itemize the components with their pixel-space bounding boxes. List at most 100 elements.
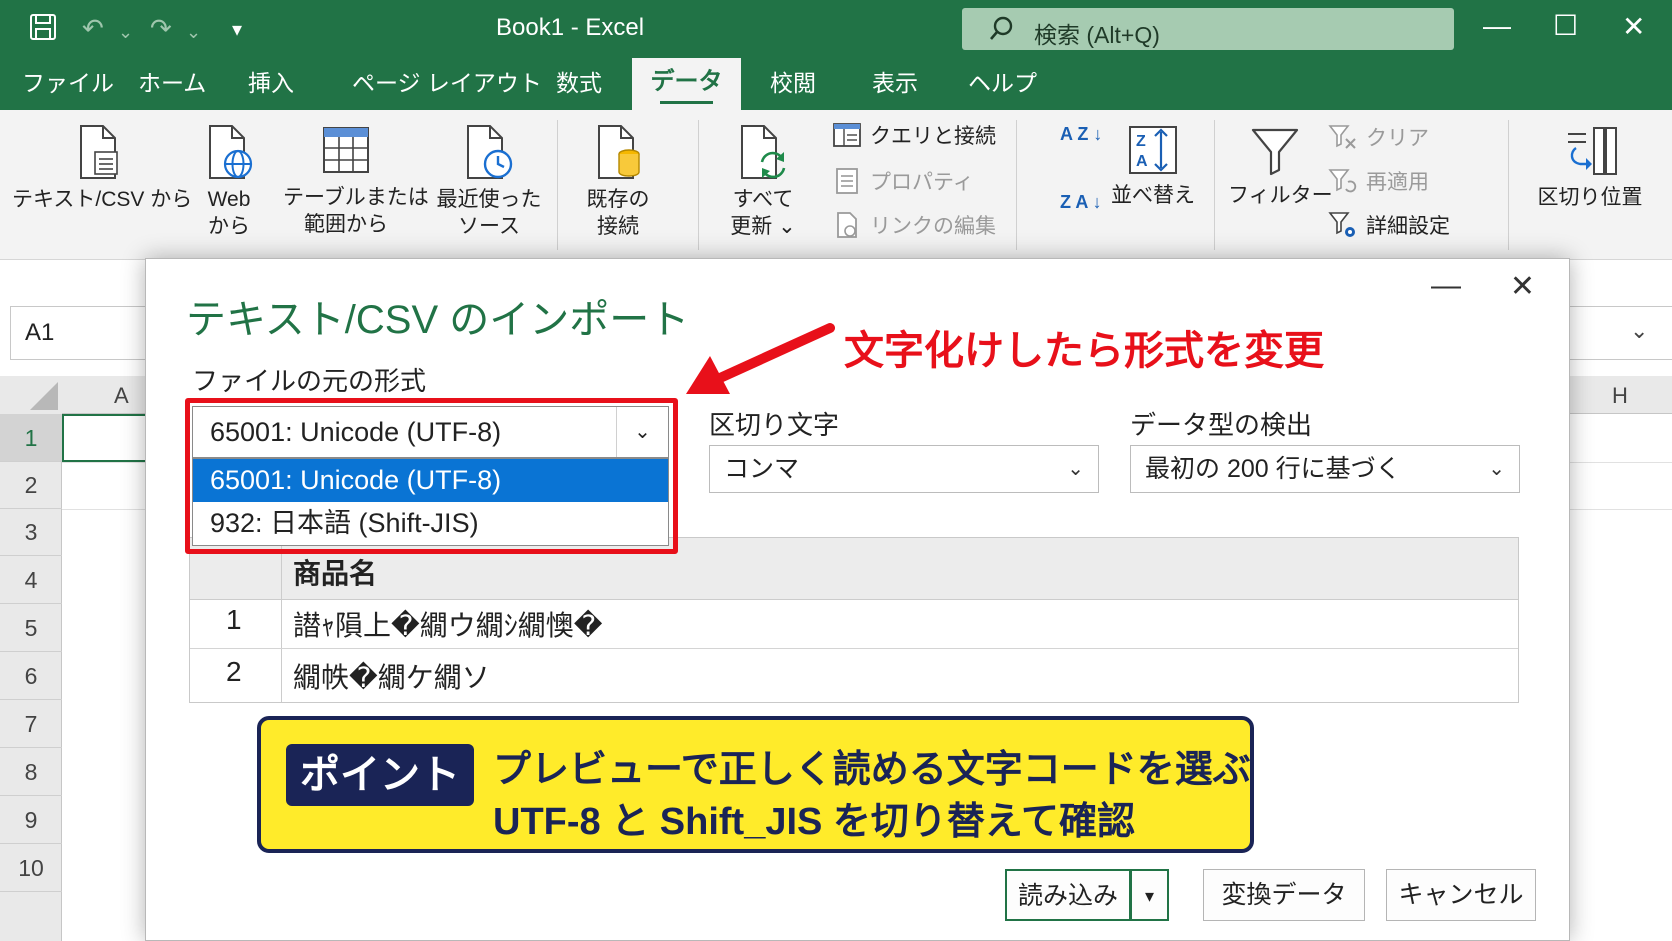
advanced-filter-label: 詳細設定 [1366,215,1450,238]
row-header-7[interactable]: 7 [0,700,62,748]
row-headers: 1 2 3 4 5 6 7 8 9 10 [0,414,62,941]
existing-connections-button[interactable]: 既存の 接続 [576,124,660,240]
tab-formulas[interactable]: 数式 [556,68,602,102]
row-header-4[interactable]: 4 [0,556,62,604]
data-type-detection-label: データ型の検出 [1130,410,1313,440]
from-web-label-1: Web [207,188,251,211]
redo-dropdown-icon[interactable]: ⌄ [186,18,201,46]
formula-bar-expand-icon[interactable]: ⌄ [1630,318,1648,344]
tab-insert[interactable]: 挿入 [248,68,294,102]
ribbon: テキスト/CSV から Web から テーブルまたは 範囲から 最近使った ソー… [0,110,1672,260]
search-placeholder: 検索 (Alt+Q) [1034,22,1160,48]
reapply-filter-label: 再適用 [1366,171,1429,194]
row-header-10[interactable]: 10 [0,844,62,892]
ribbon-divider [1214,120,1215,250]
row-header-3[interactable]: 3 [0,509,62,556]
svg-text:A: A [1136,153,1148,170]
preview-column-header: 商品名 [293,558,378,589]
row-header-6[interactable]: 6 [0,652,62,700]
undo-icon[interactable]: ↶ [82,14,104,42]
dialog-minimize-icon[interactable]: — [1431,269,1461,303]
point-badge: ポイント [286,744,474,806]
cancel-button[interactable]: キャンセル [1386,869,1536,921]
from-text-csv-button[interactable]: テキスト/CSV から [12,124,192,213]
ribbon-divider [557,120,558,250]
select-all-corner[interactable] [0,376,62,414]
svg-text:Z: Z [1136,133,1146,150]
web-icon [209,125,253,179]
preview-row-divider [190,648,1518,649]
delimiter-dropdown[interactable]: コンマ ⌄ [709,445,1099,493]
delimiter-value: コンマ [724,455,800,483]
chevron-down-icon: ⌄ [1488,458,1505,480]
row-header-5[interactable]: 5 [0,604,62,652]
file-origin-label: ファイルの元の形式 [192,366,427,396]
preview-cell: 繝帙�繝ケ繝ソ [293,662,490,693]
queries-connections-label: クエリと接続 [870,125,996,148]
excel-window: ↶ ⌄ ↷ ⌄ ▾ Book1 - Excel 検索 (Alt+Q) — ☐ ✕… [0,0,1672,941]
sort-button[interactable]: ZA 並べ替え [1108,124,1198,209]
ribbon-divider [1508,120,1509,250]
row-header-1[interactable]: 1 [0,414,62,462]
table-icon [323,127,369,173]
tab-help[interactable]: ヘルプ [968,68,1037,102]
tab-review[interactable]: 校閲 [770,68,816,102]
reapply-filter-button[interactable]: 再適用 [1328,166,1429,196]
delimiter-label: 区切り文字 [709,410,840,440]
reapply-filter-icon [1328,169,1357,193]
sort-a-to-z-icon: A Z ↓ [1060,124,1103,144]
tab-home[interactable]: ホーム [138,68,206,102]
name-box[interactable]: A1 [10,306,150,360]
column-header-a[interactable]: A [114,383,129,409]
preview-row-index: 2 [226,656,242,687]
tab-file[interactable]: ファイル [22,68,114,102]
filter-icon [1251,128,1299,176]
chevron-down-icon: ⌄ [1067,458,1084,480]
filter-button[interactable]: フィルター [1228,124,1333,209]
minimize-icon[interactable]: — [1483,10,1511,42]
load-dropdown-button[interactable]: ▾ [1131,869,1169,921]
dialog-title: テキスト/CSV のインポート [186,298,690,342]
existing-connections-label-2: 接続 [597,215,639,238]
text-to-columns-button[interactable]: 区切り位置 [1532,124,1648,211]
refresh-all-button[interactable]: すべて 更新 ⌄ [722,124,804,240]
row-header-9[interactable]: 9 [0,796,62,844]
from-table-range-button[interactable]: テーブルまたは 範囲から [283,124,429,238]
transform-data-button[interactable]: 変換データ [1203,869,1365,921]
row-header-2[interactable]: 2 [0,462,62,509]
recent-sources-button[interactable]: 最近使った ソース [434,124,544,240]
save-icon[interactable] [28,12,58,47]
dialog-close-icon[interactable]: ✕ [1510,269,1535,304]
customize-toolbar-icon[interactable]: ▾ [232,16,242,44]
sort-a-to-z-button[interactable]: A Z ↓ [1060,124,1103,144]
point-text-line-1: プレビューで正しく読める文字コードを選ぶ [493,749,1251,791]
tab-data[interactable]: データ [632,58,741,110]
sort-z-to-a-button[interactable]: Z A ↓ [1060,193,1102,211]
row-header-8[interactable]: 8 [0,748,62,796]
advanced-filter-button[interactable]: 詳細設定 [1328,210,1450,240]
undo-dropdown-icon[interactable]: ⌄ [118,18,133,46]
redo-icon[interactable]: ↷ [150,14,172,42]
recent-sources-icon [467,125,513,179]
selected-cell-a1[interactable] [62,414,152,462]
column-header-h[interactable]: H [1612,383,1628,409]
close-icon[interactable]: ✕ [1622,10,1645,43]
from-web-button[interactable]: Web から [196,124,262,240]
tab-view[interactable]: 表示 [872,68,918,102]
clear-filter-button[interactable]: クリア [1328,122,1429,152]
tab-page-layout[interactable]: ページ レイアウト [352,68,542,102]
search-box[interactable]: 検索 (Alt+Q) [962,8,1454,50]
text-file-icon [80,125,118,179]
load-button[interactable]: 読み込み [1005,869,1131,921]
ribbon-tabs: ファイル ホーム 挿入 ページ レイアウト 数式 校閲 表示 ヘルプ [0,58,1672,110]
properties-button[interactable]: プロパティ [832,166,974,196]
queries-connections-button[interactable]: クエリと接続 [832,120,996,150]
ribbon-divider [1016,120,1017,250]
from-table-label-2: 範囲から [304,213,388,236]
point-text-line-2: UTF-8 と Shift_JIS を切り替えて確認 [493,801,1136,843]
edit-links-button[interactable]: リンクの編集 [832,210,996,240]
advanced-filter-icon [1328,212,1355,237]
maximize-icon[interactable]: ☐ [1553,9,1578,42]
text-to-columns-icon [1568,127,1617,175]
data-type-detection-dropdown[interactable]: 最初の 200 行に基づく ⌄ [1130,445,1520,493]
